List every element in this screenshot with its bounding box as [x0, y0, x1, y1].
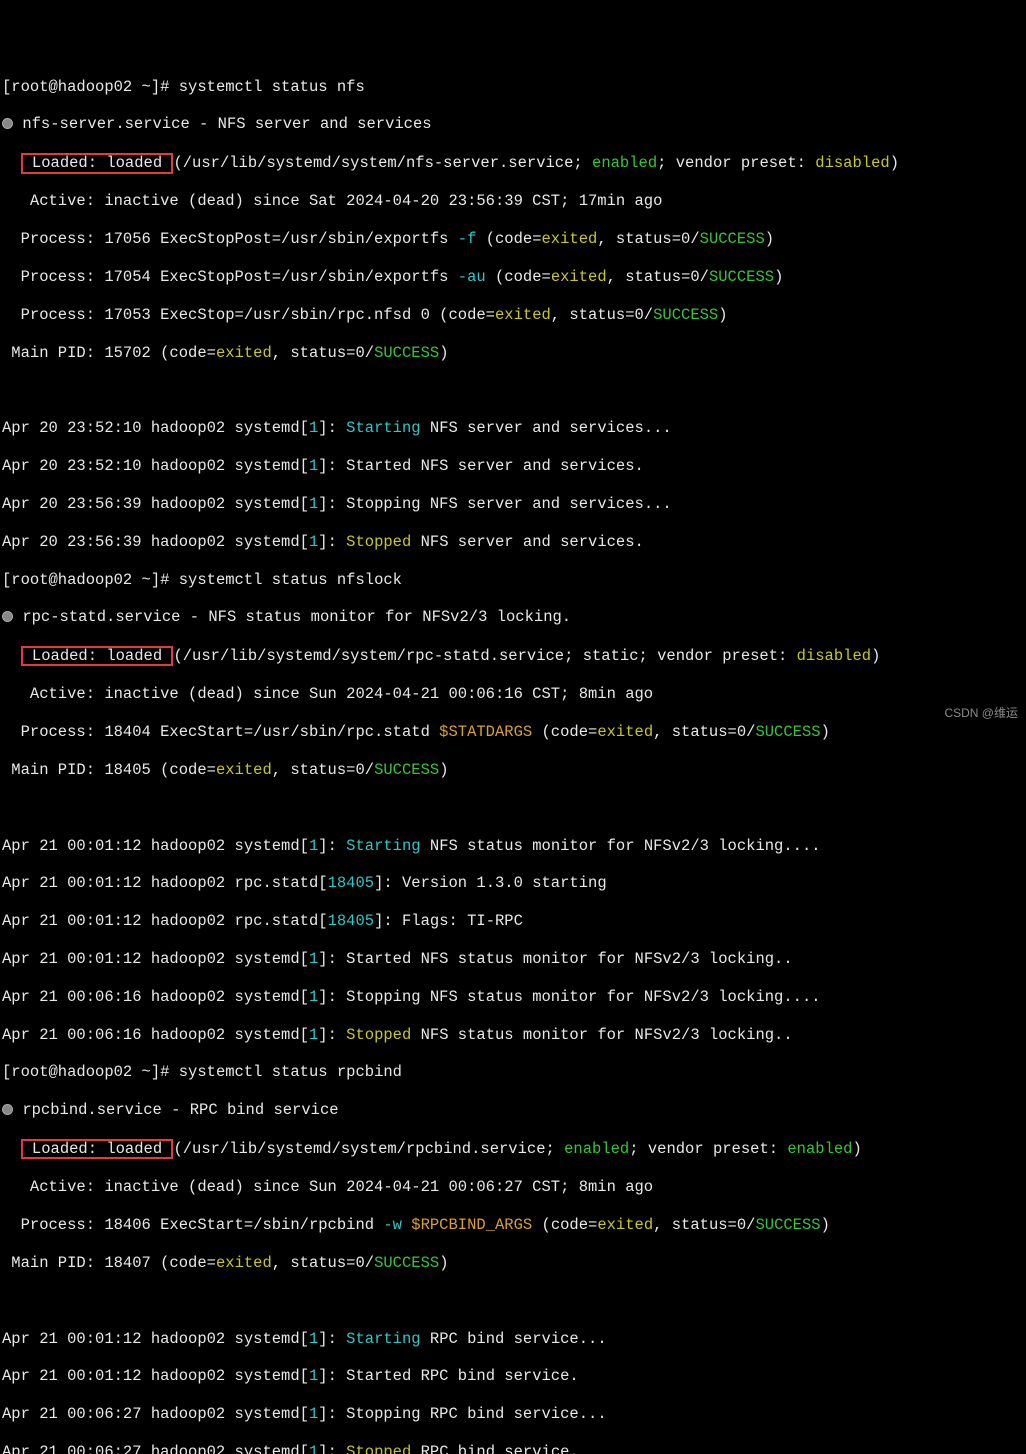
nfs-log4: Apr 20 23:56:39 hadoop02 systemd[1]: Sto…: [2, 533, 1024, 552]
rpcbind-mainpid: Main PID: 18407 (code=exited, status=0/S…: [2, 1254, 1024, 1273]
bullet-icon: [2, 1104, 13, 1115]
nfs-log2: Apr 20 23:52:10 hadoop02 systemd[1]: Sta…: [2, 457, 1024, 476]
nfs-log3: Apr 20 23:56:39 hadoop02 systemd[1]: Sto…: [2, 495, 1024, 514]
highlight-box: Loaded: loaded: [21, 153, 174, 173]
rpcbind-loaded: Loaded: loaded (/usr/lib/systemd/system/…: [2, 1139, 1024, 1159]
nfs-proc2: Process: 17054 ExecStopPost=/usr/sbin/ex…: [2, 268, 1024, 287]
statd-log2: Apr 21 00:01:12 hadoop02 rpc.statd[18405…: [2, 874, 1024, 893]
nfs-header: nfs-server.service - NFS server and serv…: [2, 115, 1024, 134]
statd-log4: Apr 21 00:01:12 hadoop02 systemd[1]: Sta…: [2, 950, 1024, 969]
nfs-log1: Apr 20 23:52:10 hadoop02 systemd[1]: Sta…: [2, 419, 1024, 438]
rpcbind-log1: Apr 21 00:01:12 hadoop02 systemd[1]: Sta…: [2, 1330, 1024, 1349]
blank: [2, 799, 1024, 818]
command-1: systemctl status nfs: [179, 78, 365, 96]
blank: [2, 381, 1024, 400]
rpcbind-log2: Apr 21 00:01:12 hadoop02 systemd[1]: Sta…: [2, 1367, 1024, 1386]
nfs-mainpid: Main PID: 15702 (code=exited, status=0/S…: [2, 344, 1024, 363]
rpcbind-log4: Apr 21 00:06:27 hadoop02 systemd[1]: Sto…: [2, 1443, 1024, 1454]
statd-active: Active: inactive (dead) since Sun 2024-0…: [2, 685, 1024, 704]
nfs-proc1: Process: 17056 ExecStopPost=/usr/sbin/ex…: [2, 230, 1024, 249]
command-2: systemctl status nfslock: [179, 571, 402, 589]
prompt: [root@hadoop02 ~]#: [2, 1063, 179, 1081]
rpcbind-header: rpcbind.service - RPC bind service: [2, 1101, 1024, 1120]
highlight-box: Loaded: loaded: [21, 646, 174, 666]
prompt-line-3[interactable]: [root@hadoop02 ~]# systemctl status rpcb…: [2, 1063, 1024, 1082]
prompt-line-1[interactable]: [root@hadoop02 ~]# systemctl status nfs: [2, 78, 1024, 97]
statd-log5: Apr 21 00:06:16 hadoop02 systemd[1]: Sto…: [2, 988, 1024, 1007]
nfs-active: Active: inactive (dead) since Sat 2024-0…: [2, 192, 1024, 211]
bullet-icon: [2, 118, 13, 129]
statd-proc1: Process: 18404 ExecStart=/usr/sbin/rpc.s…: [2, 723, 1024, 742]
rpcbind-proc1: Process: 18406 ExecStart=/sbin/rpcbind -…: [2, 1216, 1024, 1235]
blank: [2, 1292, 1024, 1311]
bullet-icon: [2, 611, 13, 622]
nfs-loaded: Loaded: loaded (/usr/lib/systemd/system/…: [2, 153, 1024, 173]
rpcbind-log3: Apr 21 00:06:27 hadoop02 systemd[1]: Sto…: [2, 1405, 1024, 1424]
nfs-proc3: Process: 17053 ExecStop=/usr/sbin/rpc.nf…: [2, 306, 1024, 325]
watermark: CSDN @维运: [944, 706, 1018, 721]
statd-loaded: Loaded: loaded (/usr/lib/systemd/system/…: [2, 646, 1024, 666]
statd-header: rpc-statd.service - NFS status monitor f…: [2, 608, 1024, 627]
statd-log1: Apr 21 00:01:12 hadoop02 systemd[1]: Sta…: [2, 837, 1024, 856]
rpcbind-active: Active: inactive (dead) since Sun 2024-0…: [2, 1178, 1024, 1197]
statd-mainpid: Main PID: 18405 (code=exited, status=0/S…: [2, 761, 1024, 780]
prompt-line-2[interactable]: [root@hadoop02 ~]# systemctl status nfsl…: [2, 571, 1024, 590]
statd-log6: Apr 21 00:06:16 hadoop02 systemd[1]: Sto…: [2, 1026, 1024, 1045]
highlight-box: Loaded: loaded: [21, 1139, 174, 1159]
prompt: [root@hadoop02 ~]#: [2, 571, 179, 589]
statd-log3: Apr 21 00:01:12 hadoop02 rpc.statd[18405…: [2, 912, 1024, 931]
prompt: [root@hadoop02 ~]#: [2, 78, 179, 96]
command-3: systemctl status rpcbind: [179, 1063, 402, 1081]
